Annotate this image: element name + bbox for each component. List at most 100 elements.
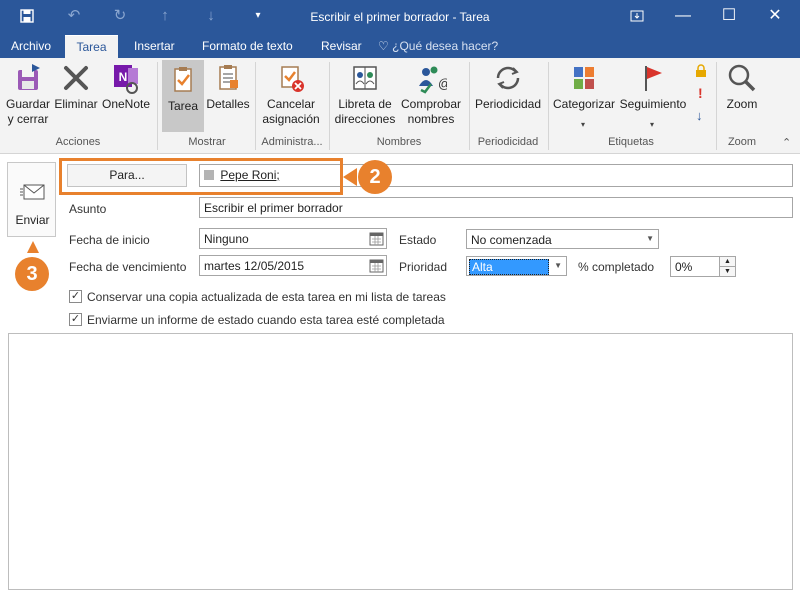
marker-3-pointer <box>27 241 39 253</box>
group-separator <box>548 62 549 150</box>
marker-2-pointer <box>343 168 357 186</box>
tarea-view-label: Tarea <box>167 99 199 113</box>
eliminar-button[interactable]: Eliminar <box>53 62 99 134</box>
group-etiquetas-label: Etiquetas <box>608 136 654 148</box>
svg-text:N: N <box>119 70 128 84</box>
save-close-icon <box>12 62 44 94</box>
details-clipboard-icon <box>212 62 244 94</box>
undo-icon[interactable]: ↶ <box>61 0 87 32</box>
collapse-ribbon-icon[interactable]: ⌃ <box>782 136 791 149</box>
estado-label: Estado <box>399 233 437 247</box>
chevron-down-icon: ▼ <box>554 261 562 270</box>
completado-field[interactable]: 0% <box>670 256 720 277</box>
chevron-down-icon[interactable]: ▾ <box>650 120 654 129</box>
keep-copy-checkbox[interactable]: ✓ <box>69 290 82 303</box>
calendar-icon[interactable] <box>369 231 384 246</box>
zoom-label: Zoom <box>726 97 758 111</box>
onenote-icon: N <box>110 62 142 94</box>
prioridad-value: Alta <box>469 259 549 275</box>
periodicidad-button[interactable]: Periodicidad <box>472 62 544 134</box>
detalles-button[interactable]: Detalles <box>205 62 251 134</box>
eliminar-label: Eliminar <box>54 97 98 111</box>
group-acciones-label: Acciones <box>55 136 101 148</box>
task-body-editor[interactable] <box>8 333 793 590</box>
save-icon[interactable] <box>14 0 40 32</box>
svg-text:@: @ <box>438 76 447 91</box>
tab-insertar[interactable]: Insertar <box>125 35 184 58</box>
periodicidad-label: Periodicidad <box>474 97 542 111</box>
chevron-down-icon: ▼ <box>646 234 654 243</box>
up-icon[interactable]: ↑ <box>152 0 178 32</box>
fecha-inicio-value: Ninguno <box>204 232 249 246</box>
delete-x-icon <box>60 62 92 94</box>
send-label: Enviar <box>15 213 50 227</box>
detalles-label: Detalles <box>206 97 250 111</box>
highlight-box <box>59 158 343 195</box>
fecha-inicio-label: Fecha de inicio <box>69 233 150 247</box>
group-mostrar-label: Mostrar <box>188 136 226 148</box>
group-separator <box>716 62 717 150</box>
keep-copy-label: Conservar una copia actualizada de esta … <box>87 290 446 304</box>
seguimiento-label: Seguimiento <box>619 97 687 111</box>
group-periodicidad-label: Periodicidad <box>477 136 539 148</box>
group-nombres-label: Nombres <box>376 136 422 148</box>
ribbon-tabs: Archivo Tarea Insertar Formato de texto … <box>0 35 800 58</box>
redo-icon[interactable]: ↻ <box>107 0 133 32</box>
cancelar-asignacion-button[interactable]: Cancelar asignación <box>258 62 324 134</box>
restore-ribbon-icon[interactable] <box>614 0 660 32</box>
categorizar-label: Categorizar <box>552 97 616 111</box>
stepper-down-icon[interactable]: ▼ <box>720 267 735 276</box>
tellme-label: ¿Qué desea hacer? <box>392 39 499 53</box>
send-envelope-icon <box>20 183 46 204</box>
libreta-label-2: direcciones <box>334 112 396 126</box>
recurrence-icon <box>492 62 524 94</box>
lock-icon[interactable] <box>695 64 707 81</box>
tab-archivo[interactable]: Archivo <box>2 35 60 58</box>
zoom-button[interactable]: Zoom <box>720 62 764 134</box>
onenote-label: OneNote <box>101 97 151 111</box>
status-report-checkbox[interactable]: ✓ <box>69 313 82 326</box>
completado-label: % completado <box>578 260 655 274</box>
estado-select[interactable]: No comenzada ▼ <box>466 229 659 249</box>
tab-formato[interactable]: Formato de texto <box>193 35 302 58</box>
step-marker-2: 2 <box>358 160 392 194</box>
completado-stepper[interactable]: ▲ ▼ <box>719 256 736 277</box>
high-importance-icon[interactable]: ! <box>698 85 703 101</box>
magnifier-icon <box>726 62 758 94</box>
onenote-button[interactable]: N OneNote <box>100 62 152 134</box>
fecha-vencimiento-field[interactable]: martes 12/05/2015 <box>199 255 387 276</box>
close-icon[interactable]: ✕ <box>752 0 798 32</box>
lightbulb-icon: ♡ <box>378 39 389 53</box>
libreta-label-1: Libreta de <box>338 97 392 111</box>
stepper-up-icon[interactable]: ▲ <box>720 257 735 267</box>
tarea-view-button[interactable]: Tarea <box>162 60 204 132</box>
tab-tarea[interactable]: Tarea <box>65 35 118 58</box>
task-clipboard-icon <box>167 64 199 96</box>
guardar-label-1: Guardar <box>5 97 51 111</box>
calendar-icon[interactable] <box>369 258 384 273</box>
prioridad-select[interactable]: Alta ▼ <box>466 256 567 276</box>
check-names-icon: @ <box>415 62 451 94</box>
ribbon: Guardar y cerrar Eliminar N OneNote Acci… <box>0 58 800 154</box>
comprobar-label-2: nombres <box>407 112 455 126</box>
cancelar-label-2: asignación <box>262 112 320 126</box>
cancel-assignment-icon <box>275 62 307 94</box>
minimize-icon[interactable]: — <box>660 0 706 32</box>
fecha-inicio-field[interactable]: Ninguno <box>199 228 387 249</box>
tellme-box[interactable]: ♡ ¿Qué desea hacer? <box>378 35 498 58</box>
chevron-down-icon[interactable]: ▾ <box>581 120 585 129</box>
send-button[interactable]: Enviar <box>7 162 56 237</box>
libreta-direcciones-button[interactable]: Libreta de direcciones <box>333 62 397 134</box>
estado-value: No comenzada <box>471 233 552 247</box>
low-importance-icon[interactable]: ↓ <box>696 108 703 123</box>
flag-icon <box>637 62 669 94</box>
tab-revisar[interactable]: Revisar <box>312 35 371 58</box>
comprobar-nombres-button[interactable]: @ Comprobar nombres <box>398 62 464 134</box>
asunto-label: Asunto <box>69 202 107 216</box>
maximize-icon[interactable]: ☐ <box>706 0 752 32</box>
asunto-field[interactable]: Escribir el primer borrador <box>199 197 793 218</box>
group-separator <box>329 62 330 150</box>
prioridad-label: Prioridad <box>399 260 448 274</box>
window-title: Escribir el primer borrador - Tarea <box>310 10 490 24</box>
guardar-cerrar-button[interactable]: Guardar y cerrar <box>3 62 53 134</box>
